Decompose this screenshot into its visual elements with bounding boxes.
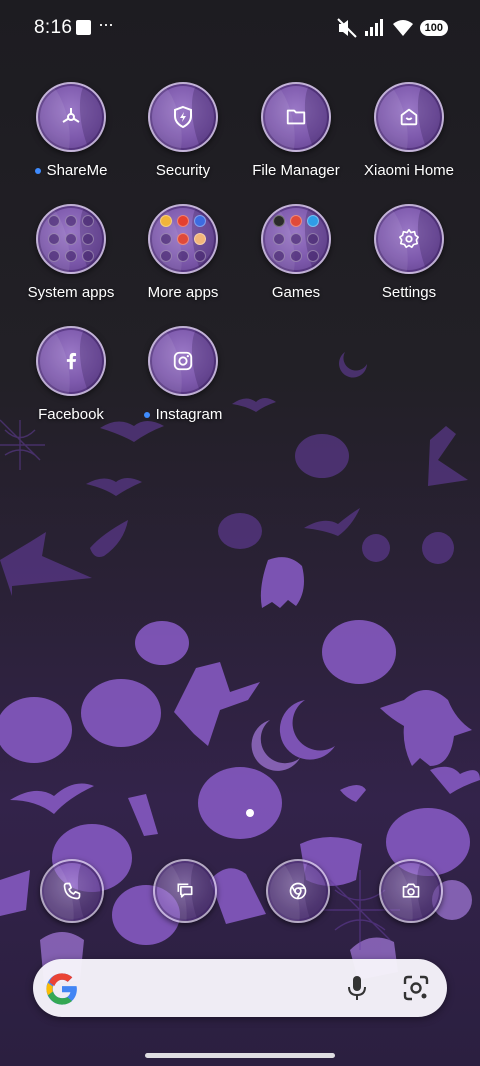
mute-icon — [336, 18, 357, 38]
new-app-dot — [34, 167, 41, 174]
app-label: System apps — [27, 284, 115, 301]
page-indicator — [246, 809, 254, 817]
dock-messages[interactable] — [153, 859, 217, 923]
google-search-bar[interactable] — [33, 959, 447, 1017]
wifi-icon — [392, 20, 413, 36]
camera-icon — [379, 859, 443, 923]
instagram-icon — [148, 326, 218, 396]
status-icons: 100 — [336, 18, 448, 38]
new-app-dot — [143, 411, 150, 418]
home-icon — [374, 82, 444, 152]
facebook-icon — [36, 326, 106, 396]
app-file-manager[interactable]: File Manager — [240, 82, 352, 179]
google-icon — [46, 973, 77, 1005]
home-indicator[interactable] — [145, 1053, 335, 1058]
app-label: Games — [271, 284, 321, 301]
app-label: Instagram — [155, 406, 223, 423]
app-label: More apps — [147, 284, 219, 301]
dock-camera[interactable] — [379, 859, 443, 923]
folder-grid-icon — [148, 204, 218, 274]
phone-icon — [40, 859, 104, 923]
app-instagram[interactable]: Instagram — [127, 326, 239, 423]
lens-icon[interactable] — [403, 975, 429, 1001]
status-bar: 8:16 ··· 100 — [0, 0, 480, 56]
folder-icon — [261, 82, 331, 152]
signal-icon — [364, 19, 383, 36]
app-facebook[interactable]: Facebook — [15, 326, 127, 423]
app-label: Security — [155, 162, 211, 179]
battery-icon: 100 — [419, 20, 448, 36]
folder-system-apps[interactable]: System apps — [15, 204, 127, 301]
app-shareme[interactable]: ShareMe — [15, 82, 127, 179]
notification-square-icon — [76, 20, 91, 35]
folder-more-apps[interactable]: More apps — [127, 204, 239, 301]
app-label: Facebook — [38, 406, 104, 423]
folder-grid-icon — [261, 204, 331, 274]
app-security[interactable]: Security — [127, 82, 239, 179]
app-label: ShareMe — [46, 162, 108, 179]
app-settings[interactable]: Settings — [353, 204, 465, 301]
folder-games[interactable]: Games — [240, 204, 352, 301]
app-xiaomi-home[interactable]: Xiaomi Home — [353, 82, 465, 179]
status-time: 8:16 — [34, 17, 73, 38]
messages-icon — [153, 859, 217, 923]
folder-grid-icon — [36, 204, 106, 274]
app-label: Xiaomi Home — [363, 162, 455, 179]
gear-icon — [374, 204, 444, 274]
shield-icon — [148, 82, 218, 152]
app-label: File Manager — [252, 162, 340, 179]
app-label: Settings — [381, 284, 437, 301]
mic-icon[interactable] — [345, 975, 369, 1001]
more-notifications-icon: ··· — [98, 14, 114, 34]
shareme-icon — [36, 82, 106, 152]
dock-phone[interactable] — [40, 859, 104, 923]
chrome-icon — [266, 859, 330, 923]
dock-chrome[interactable] — [266, 859, 330, 923]
